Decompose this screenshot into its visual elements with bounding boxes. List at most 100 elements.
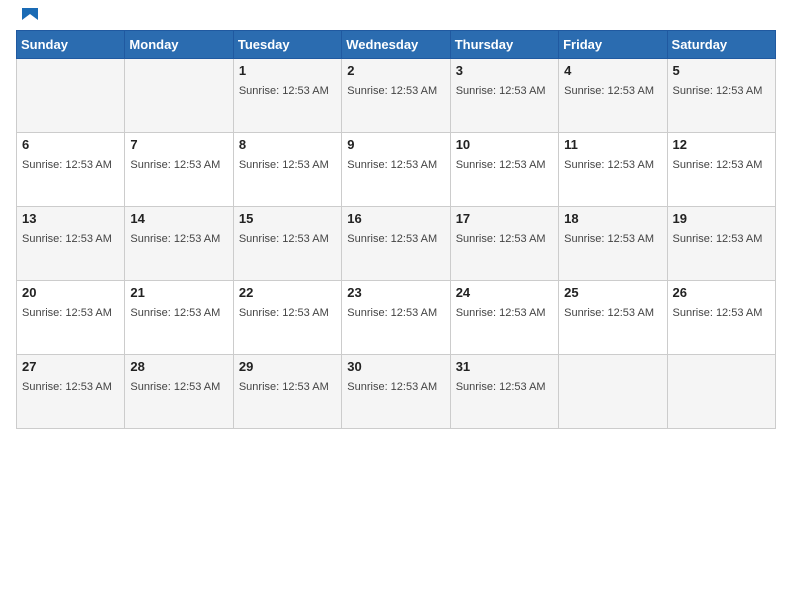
day-number: 27 <box>22 359 119 374</box>
day-number: 10 <box>456 137 553 152</box>
day-number: 11 <box>564 137 661 152</box>
day-number: 25 <box>564 285 661 300</box>
sunrise-time: Sunrise: 12:53 AM <box>22 381 112 393</box>
sunrise-time: Sunrise: 12:53 AM <box>673 159 763 171</box>
calendar-cell: 1 Sunrise: 12:53 AM <box>233 59 341 133</box>
sunrise-time: Sunrise: 12:53 AM <box>347 159 437 171</box>
day-number: 7 <box>130 137 227 152</box>
sunrise-time: Sunrise: 12:53 AM <box>673 307 763 319</box>
calendar-cell: 7Sunrise: 12:53 AM <box>125 133 233 207</box>
day-number: 3 <box>456 63 553 78</box>
sunrise-time: Sunrise: 12:53 AM <box>239 159 329 171</box>
calendar-cell: 24 Sunrise: 12:53 AM <box>450 281 558 355</box>
calendar-cell: 16Sunrise: 12:53 AM <box>342 207 450 281</box>
sunrise-time: Sunrise: 12:53 AM <box>239 307 329 319</box>
day-number: 19 <box>673 211 770 226</box>
calendar-cell: 9 Sunrise: 12:53 AM <box>342 133 450 207</box>
sunrise-time: Sunrise: 12:53 AM <box>239 233 329 245</box>
calendar-cell: 4 Sunrise: 12:53 AM <box>559 59 667 133</box>
logo-icon <box>18 6 42 30</box>
sunrise-time: Sunrise: 12:53 AM <box>130 233 220 245</box>
calendar-cell: 8 Sunrise: 12:53 AM <box>233 133 341 207</box>
day-number: 5 <box>673 63 770 78</box>
day-header-tuesday: Tuesday <box>233 31 341 59</box>
day-number: 4 <box>564 63 661 78</box>
sunrise-time: Sunrise: 12:53 AM <box>347 307 437 319</box>
calendar-cell: 31Sunrise: 12:53 AM <box>450 355 558 429</box>
calendar-cell: 25Sunrise: 12:53 AM <box>559 281 667 355</box>
calendar-cell <box>667 355 775 429</box>
sunrise-time: Sunrise: 12:53 AM <box>564 85 654 97</box>
calendar-cell: 18 Sunrise: 12:53 AM <box>559 207 667 281</box>
day-header-friday: Friday <box>559 31 667 59</box>
day-number: 9 <box>347 137 444 152</box>
calendar-cell: 12 Sunrise: 12:53 AM <box>667 133 775 207</box>
calendar-cell <box>17 59 125 133</box>
sunrise-time: Sunrise: 12:53 AM <box>456 85 546 97</box>
calendar-cell: 19 Sunrise: 12:53 AM <box>667 207 775 281</box>
sunrise-time: Sunrise: 12:53 AM <box>673 85 763 97</box>
day-number: 14 <box>130 211 227 226</box>
day-number: 20 <box>22 285 119 300</box>
calendar-cell: 13Sunrise: 12:53 AM <box>17 207 125 281</box>
calendar-cell: 23 Sunrise: 12:53 AM <box>342 281 450 355</box>
sunrise-time: Sunrise: 12:53 AM <box>22 307 112 319</box>
day-number: 13 <box>22 211 119 226</box>
day-number: 12 <box>673 137 770 152</box>
calendar-cell: 15 Sunrise: 12:53 AM <box>233 207 341 281</box>
day-number: 17 <box>456 211 553 226</box>
sunrise-time: Sunrise: 12:53 AM <box>239 381 329 393</box>
calendar-body: 1Sunrise: 12:53 AM2Sunrise: 12:53 AM3Sun… <box>17 59 776 429</box>
week-row-1: 6Sunrise: 12:53 AM7Sunrise: 12:53 AM8Sun… <box>17 133 776 207</box>
calendar-cell: 30 Sunrise: 12:53 AM <box>342 355 450 429</box>
sunrise-time: Sunrise: 12:53 AM <box>239 85 329 97</box>
calendar-cell: 10 Sunrise: 12:53 AM <box>450 133 558 207</box>
day-number: 8 <box>239 137 336 152</box>
calendar-cell: 17 Sunrise: 12:53 AM <box>450 207 558 281</box>
day-number: 28 <box>130 359 227 374</box>
page: SundayMondayTuesdayWednesdayThursdayFrid… <box>0 0 792 612</box>
sunrise-time: Sunrise: 12:53 AM <box>456 233 546 245</box>
day-header-saturday: Saturday <box>667 31 775 59</box>
calendar-cell: 26Sunrise: 12:53 AM <box>667 281 775 355</box>
sunrise-time: Sunrise: 12:53 AM <box>456 307 546 319</box>
sunrise-time: Sunrise: 12:53 AM <box>564 159 654 171</box>
calendar-cell: 22Sunrise: 12:53 AM <box>233 281 341 355</box>
logo <box>16 14 42 26</box>
day-number: 31 <box>456 359 553 374</box>
calendar-cell: 5 Sunrise: 12:53 AM <box>667 59 775 133</box>
calendar-cell: 29Sunrise: 12:53 AM <box>233 355 341 429</box>
day-number: 24 <box>456 285 553 300</box>
sunrise-time: Sunrise: 12:53 AM <box>673 233 763 245</box>
day-number: 2 <box>347 63 444 78</box>
sunrise-time: Sunrise: 12:53 AM <box>347 233 437 245</box>
day-header-wednesday: Wednesday <box>342 31 450 59</box>
header <box>16 10 776 26</box>
calendar-cell: 2Sunrise: 12:53 AM <box>342 59 450 133</box>
sunrise-time: Sunrise: 12:53 AM <box>564 233 654 245</box>
week-row-0: 1Sunrise: 12:53 AM2Sunrise: 12:53 AM3Sun… <box>17 59 776 133</box>
calendar-cell: 21Sunrise: 12:53 AM <box>125 281 233 355</box>
day-headers-row: SundayMondayTuesdayWednesdayThursdayFrid… <box>17 31 776 59</box>
week-row-3: 20Sunrise: 12:53 AM21Sunrise: 12:53 AM22… <box>17 281 776 355</box>
day-number: 21 <box>130 285 227 300</box>
calendar: SundayMondayTuesdayWednesdayThursdayFrid… <box>16 30 776 429</box>
day-header-thursday: Thursday <box>450 31 558 59</box>
sunrise-time: Sunrise: 12:53 AM <box>22 159 112 171</box>
day-number: 30 <box>347 359 444 374</box>
day-header-sunday: Sunday <box>17 31 125 59</box>
week-row-2: 13Sunrise: 12:53 AM14Sunrise: 12:53 AM15… <box>17 207 776 281</box>
calendar-header: SundayMondayTuesdayWednesdayThursdayFrid… <box>17 31 776 59</box>
day-number: 23 <box>347 285 444 300</box>
day-number: 1 <box>239 63 336 78</box>
calendar-cell <box>559 355 667 429</box>
week-row-4: 27Sunrise: 12:53 AM28Sunrise: 12:53 AM29… <box>17 355 776 429</box>
calendar-cell: 14 Sunrise: 12:53 AM <box>125 207 233 281</box>
sunrise-time: Sunrise: 12:53 AM <box>456 159 546 171</box>
calendar-cell: 28Sunrise: 12:53 AM <box>125 355 233 429</box>
calendar-cell: 27 Sunrise: 12:53 AM <box>17 355 125 429</box>
day-number: 18 <box>564 211 661 226</box>
sunrise-time: Sunrise: 12:53 AM <box>347 381 437 393</box>
day-number: 15 <box>239 211 336 226</box>
calendar-cell: 20 Sunrise: 12:53 AM <box>17 281 125 355</box>
